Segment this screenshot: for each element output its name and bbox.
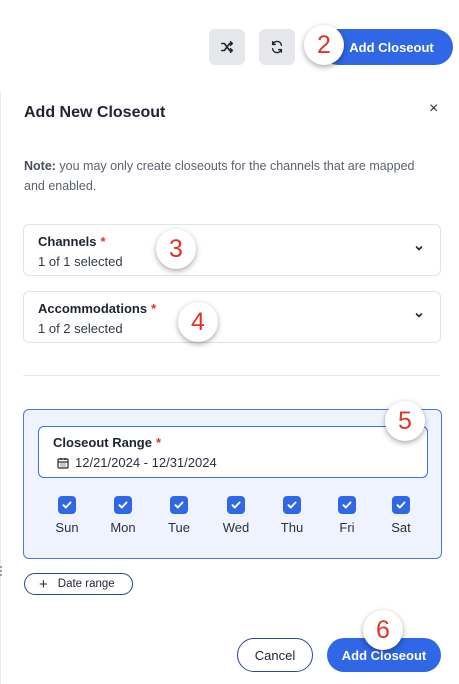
calendar-icon <box>57 458 69 469</box>
check-icon <box>287 501 297 509</box>
day-label: Sat <box>391 520 411 535</box>
day-thu: Thu <box>267 496 317 535</box>
check-icon <box>62 501 72 509</box>
panel-title: Add New Closeout <box>24 104 166 121</box>
accommodations-value: 1 of 2 selected <box>38 321 123 336</box>
note-body: you may only create closeouts for the ch… <box>24 159 415 193</box>
chevron-down-icon <box>415 246 423 251</box>
day-tue: Tue <box>154 496 204 535</box>
required-marker: * <box>151 301 157 316</box>
day-checkbox[interactable] <box>170 496 188 514</box>
shuffle-button[interactable] <box>209 29 245 65</box>
closeout-range-field[interactable]: Closeout Range * 12/21/2024 - 12/31/2024 <box>38 426 428 478</box>
day-label: Sun <box>55 520 79 535</box>
closeout-range-card: Closeout Range * 12/21/2024 - 12/31/2024 … <box>23 409 442 559</box>
check-icon <box>342 501 352 509</box>
closeout-range-label: Closeout Range * <box>53 435 162 450</box>
accommodations-label: Accommodations * <box>38 301 157 316</box>
day-label: Wed <box>222 520 250 535</box>
section-divider <box>23 375 440 376</box>
panel-left-border <box>0 92 1 684</box>
required-marker: * <box>155 435 162 450</box>
day-checkbox[interactable] <box>227 496 245 514</box>
day-checkbox[interactable] <box>114 496 132 514</box>
day-checkbox[interactable] <box>338 496 356 514</box>
day-checkbox[interactable] <box>392 496 410 514</box>
day-label: Mon <box>110 520 136 535</box>
day-mon: Mon <box>98 496 148 535</box>
day-sun: Sun <box>42 496 92 535</box>
step-badge-6: 6 <box>363 610 403 650</box>
channels-value: 1 of 1 selected <box>38 254 123 269</box>
day-label: Thu <box>280 520 304 535</box>
note-prefix: Note: <box>24 159 56 173</box>
refresh-button[interactable] <box>259 29 295 65</box>
step-badge-5: 5 <box>385 401 425 441</box>
check-icon <box>118 501 128 509</box>
weekday-selector: Sun Mon Tue Wed Thu Fri Sat <box>42 496 428 546</box>
check-icon <box>396 501 406 509</box>
drag-handle[interactable] <box>0 566 3 576</box>
channels-dropdown[interactable]: Channels * 1 of 1 selected <box>23 224 441 276</box>
check-icon <box>174 501 184 509</box>
add-date-range-button[interactable]: + Date range <box>24 573 133 595</box>
channels-label: Channels * <box>38 234 106 249</box>
day-label: Fri <box>339 520 355 535</box>
step-badge-3: 3 <box>156 229 196 269</box>
day-sat: Sat <box>376 496 426 535</box>
closeout-range-value: 12/21/2024 - 12/31/2024 <box>75 455 217 470</box>
cancel-button[interactable]: Cancel <box>237 638 313 672</box>
close-icon[interactable]: × <box>429 101 438 117</box>
day-checkbox[interactable] <box>58 496 76 514</box>
shuffle-icon <box>220 40 234 54</box>
day-label: Tue <box>168 520 190 535</box>
plus-icon: + <box>39 575 48 593</box>
day-checkbox[interactable] <box>283 496 301 514</box>
accommodations-dropdown[interactable]: Accommodations * 1 of 2 selected <box>23 291 441 343</box>
chevron-down-icon <box>415 313 423 318</box>
date-range-label: Date range <box>57 578 115 590</box>
day-wed: Wed <box>211 496 261 535</box>
step-badge-4: 4 <box>178 302 218 342</box>
required-marker: * <box>100 234 106 249</box>
step-badge-2: 2 <box>304 25 344 65</box>
check-icon <box>231 501 241 509</box>
refresh-icon <box>271 40 283 54</box>
day-fri: Fri <box>322 496 372 535</box>
note-text: Note: you may only create closeouts for … <box>24 156 424 196</box>
